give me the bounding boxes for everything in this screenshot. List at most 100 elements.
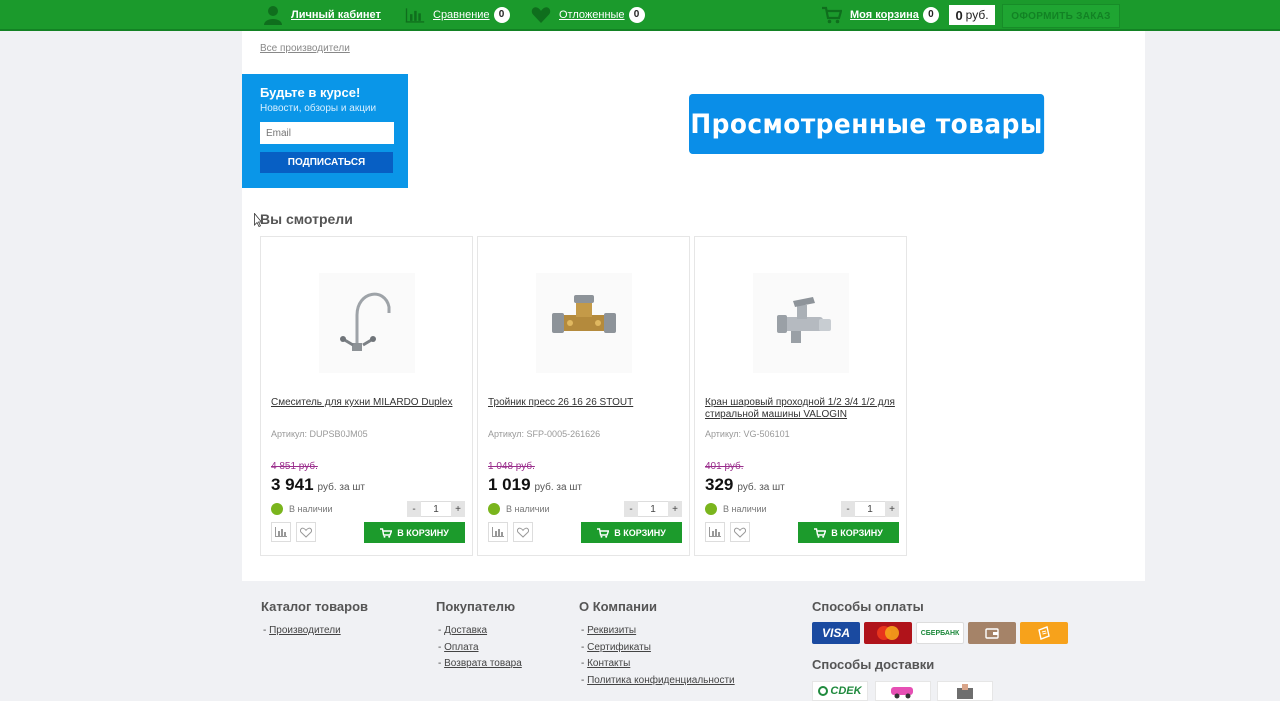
cart-total-value: 0 <box>955 7 963 23</box>
qty-value[interactable]: 1 <box>638 501 668 517</box>
compare-button[interactable] <box>271 522 291 542</box>
product-price: 3 941 руб. за шт <box>271 475 365 495</box>
wallet-logo <box>968 622 1016 644</box>
parcel-icon <box>957 684 973 699</box>
deferred-link[interactable]: Отложенные 0 <box>531 0 645 29</box>
subscribe-box: Будьте в курсе! Новости, обзоры и акции … <box>242 74 408 188</box>
visa-logo: VISA <box>812 622 860 644</box>
cart-label: Моя корзина <box>850 8 919 21</box>
bar-chart-icon <box>405 7 425 23</box>
bar-chart-icon <box>275 527 287 537</box>
product-name-link[interactable]: Смеситель для кухни MILARDO Duplex <box>271 397 467 409</box>
footer-link-returns[interactable]: - Возврата товара <box>438 658 522 669</box>
quantity-stepper: -1 + <box>624 501 682 517</box>
compare-button[interactable] <box>705 522 725 542</box>
stock-label: В наличии <box>723 504 767 514</box>
footer-catalog-title: Каталог товаров <box>261 599 369 614</box>
qty-plus-button[interactable]: + <box>885 501 899 517</box>
product-stock: В наличии <box>271 503 333 515</box>
check-icon <box>705 503 717 515</box>
product-price-unit: руб. за шт <box>534 482 582 493</box>
all-manufacturers-link[interactable]: Все производители <box>260 43 350 54</box>
footer-link-payment[interactable]: - Оплата <box>438 642 479 653</box>
footer-link-contacts[interactable]: - Контакты <box>581 658 630 669</box>
cart-total: 0 руб. <box>949 5 995 25</box>
courier-car-icon <box>891 687 913 699</box>
cart-icon <box>814 527 827 538</box>
footer-link-manufacturers[interactable]: - Производители <box>263 625 341 636</box>
footer-payment-title: Способы оплаты <box>812 599 924 614</box>
account-link[interactable]: Личный кабинет <box>263 0 381 29</box>
checkout-button[interactable]: ОФОРМИТЬ ЗАКАЗ <box>1002 4 1120 28</box>
qty-minus-button[interactable]: - <box>841 501 855 517</box>
cart-icon <box>822 6 842 23</box>
product-sku: Артикул: DUPSB0JM05 <box>271 429 368 439</box>
account-label: Личный кабинет <box>291 8 381 21</box>
bar-chart-icon <box>492 527 504 537</box>
subscribe-title: Будьте в курсе! <box>260 85 361 100</box>
qty-plus-button[interactable]: + <box>668 501 682 517</box>
deferred-count-badge: 0 <box>628 6 645 23</box>
product-stock: В наличии <box>705 503 767 515</box>
product-sku: Артикул: SFP-0005-261626 <box>488 429 601 439</box>
product-price-unit: руб. за шт <box>317 482 365 493</box>
add-to-cart-button[interactable]: В КОРЗИНУ <box>364 522 465 543</box>
yandex-money-logo <box>1020 622 1068 644</box>
product-card: Тройник пресс 26 16 26 STOUT Артикул: SF… <box>477 236 690 556</box>
top-bar: Личный кабинет Сравнение 0 Отложенные 0 … <box>0 0 1280 31</box>
add-to-cart-button[interactable]: В КОРЗИНУ <box>798 522 899 543</box>
footer-link-certificates[interactable]: - Сертификаты <box>581 642 651 653</box>
cart-link[interactable]: Моя корзина 0 <box>822 0 939 29</box>
qty-minus-button[interactable]: - <box>407 501 421 517</box>
product-old-price: 401 руб. <box>705 461 744 472</box>
add-to-cart-button[interactable]: В КОРЗИНУ <box>581 522 682 543</box>
mastercard-logo <box>864 622 912 644</box>
qty-plus-button[interactable]: + <box>451 501 465 517</box>
cart-icon <box>597 527 610 538</box>
parcel-logo <box>937 681 993 701</box>
user-icon <box>264 5 282 25</box>
product-name-link[interactable]: Кран шаровый проходной 1/2 3/4 1/2 для с… <box>705 397 901 421</box>
check-icon <box>488 503 500 515</box>
product-image[interactable] <box>319 273 415 373</box>
ball-valve-image-icon <box>777 297 831 343</box>
footer-link-requisites[interactable]: - Реквизиты <box>581 625 636 636</box>
quantity-stepper: -1 + <box>407 501 465 517</box>
viewed-title: Вы смотрели <box>260 211 353 227</box>
qty-minus-button[interactable]: - <box>624 501 638 517</box>
product-name-link[interactable]: Тройник пресс 26 16 26 STOUT <box>488 397 684 409</box>
add-to-cart-label: В КОРЗИНУ <box>397 527 449 538</box>
heart-icon <box>531 6 551 23</box>
subscribe-button[interactable]: ПОДПИСАТЬСЯ <box>260 152 393 173</box>
cart-count-badge: 0 <box>922 6 939 23</box>
add-to-cart-label: В КОРЗИНУ <box>831 527 883 538</box>
product-image[interactable] <box>536 273 632 373</box>
bar-chart-icon <box>709 527 721 537</box>
qty-value[interactable]: 1 <box>855 501 885 517</box>
product-sku: Артикул: VG-506101 <box>705 429 790 439</box>
footer-link-delivery[interactable]: - Доставка <box>438 625 487 636</box>
compare-link[interactable]: Сравнение 0 <box>405 0 510 29</box>
compare-button[interactable] <box>488 522 508 542</box>
qty-value[interactable]: 1 <box>421 501 451 517</box>
product-card: Кран шаровый проходной 1/2 3/4 1/2 для с… <box>694 236 907 556</box>
wishlist-button[interactable] <box>513 522 533 542</box>
footer-delivery-title: Способы доставки <box>812 657 935 672</box>
viewed-products-banner: Просмотренные товары <box>689 94 1045 154</box>
product-old-price: 4 851 руб. <box>271 461 318 472</box>
heart-icon <box>517 527 529 538</box>
subscribe-text: Новости, обзоры и акции <box>260 103 377 114</box>
product-image[interactable] <box>753 273 849 373</box>
footer-company-title: О Компании <box>579 599 657 614</box>
wallet-icon <box>985 628 999 639</box>
product-price-unit: руб. за шт <box>737 482 785 493</box>
courier-logo <box>875 681 931 701</box>
wishlist-button[interactable] <box>730 522 750 542</box>
product-price-value: 3 941 <box>271 475 314 494</box>
email-input[interactable] <box>260 122 394 144</box>
yandex-money-icon <box>1038 626 1050 640</box>
wishlist-button[interactable] <box>296 522 316 542</box>
sberbank-logo: СБЕРБАНК <box>916 622 964 644</box>
footer-link-privacy[interactable]: - Политика конфиденциальности <box>581 675 735 686</box>
stock-label: В наличии <box>289 504 333 514</box>
